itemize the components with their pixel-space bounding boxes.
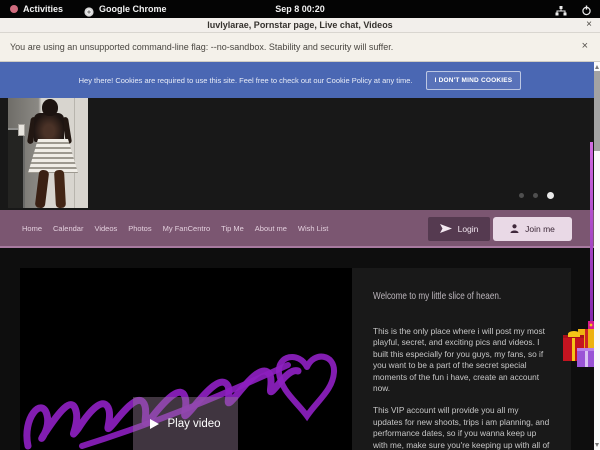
welcome-heading: Welcome to my little slice of heaen. (373, 290, 511, 302)
clock[interactable]: Sep 8 00:20 (0, 4, 600, 14)
infobar-close-icon[interactable]: × (582, 40, 588, 52)
cookie-message: Hey there! Cookies are required to use t… (79, 76, 413, 85)
cookie-accept-button[interactable]: I DON'T MIND COOKIES (426, 71, 522, 90)
window-title: luvlylarae, Pornstar page, Live chat, Vi… (0, 20, 600, 30)
nav-item-about-me[interactable]: About me (255, 224, 287, 233)
person-icon (510, 224, 519, 235)
welcome-panel: Welcome to my little slice of heaen. Thi… (352, 268, 571, 450)
nav-item-wish-list[interactable]: Wish List (298, 224, 328, 233)
vip-paragraph: This VIP account will provide you all my… (373, 405, 550, 450)
screen: Activities Google Chrome Sep 8 00:20 luv… (0, 0, 600, 450)
nav-item-videos[interactable]: Videos (94, 224, 117, 233)
nav-item-my-fancentro[interactable]: My FanCentro (163, 224, 211, 233)
gift-widget-tab[interactable] (590, 142, 593, 345)
profile-photo (8, 98, 88, 208)
login-button[interactable]: Login (428, 217, 490, 241)
photo-fan (8, 128, 25, 208)
gnome-top-bar: Activities Google Chrome Sep 8 00:20 (0, 0, 600, 18)
main-content: Play video Welcome to my little slice of… (0, 248, 600, 450)
scroll-down-icon[interactable] (595, 443, 599, 447)
infobar-message: You are using an unsupported command-lin… (10, 42, 393, 52)
window-titlebar: luvlylarae, Pornstar page, Live chat, Vi… (0, 18, 600, 33)
browser-viewport: Hey there! Cookies are required to use t… (0, 62, 600, 450)
hero-carousel (0, 98, 600, 210)
nav-item-photos[interactable]: Photos (128, 224, 151, 233)
window-close-icon[interactable]: × (586, 19, 592, 30)
nav-item-tip-me[interactable]: Tip Me (221, 224, 244, 233)
cookie-banner: Hey there! Cookies are required to use t… (0, 62, 600, 98)
intro-paragraph: This is the only place where i will post… (373, 326, 550, 394)
carousel-dot-2[interactable] (533, 193, 538, 198)
play-icon (150, 419, 159, 429)
nav-item-calendar[interactable]: Calendar (53, 224, 83, 233)
scrollbar-thumb[interactable] (594, 71, 600, 151)
video-preview: Play video (20, 268, 352, 450)
send-icon (440, 224, 452, 235)
carousel-dot-1[interactable] (519, 193, 524, 198)
join-me-button[interactable]: Join me (493, 217, 572, 241)
carousel-dot-3-active[interactable] (547, 192, 554, 199)
page-scrollbar[interactable] (594, 62, 600, 450)
carousel-dots (519, 191, 554, 199)
chrome-infobar: You are using an unsupported command-lin… (0, 33, 600, 62)
site-nav: Home Calendar Videos Photos My FanCentro… (0, 210, 600, 248)
nav-item-home[interactable]: Home (22, 224, 42, 233)
gift-box-purple-icon (577, 348, 595, 367)
scroll-up-icon[interactable] (595, 65, 599, 69)
play-video-button[interactable]: Play video (133, 397, 238, 450)
